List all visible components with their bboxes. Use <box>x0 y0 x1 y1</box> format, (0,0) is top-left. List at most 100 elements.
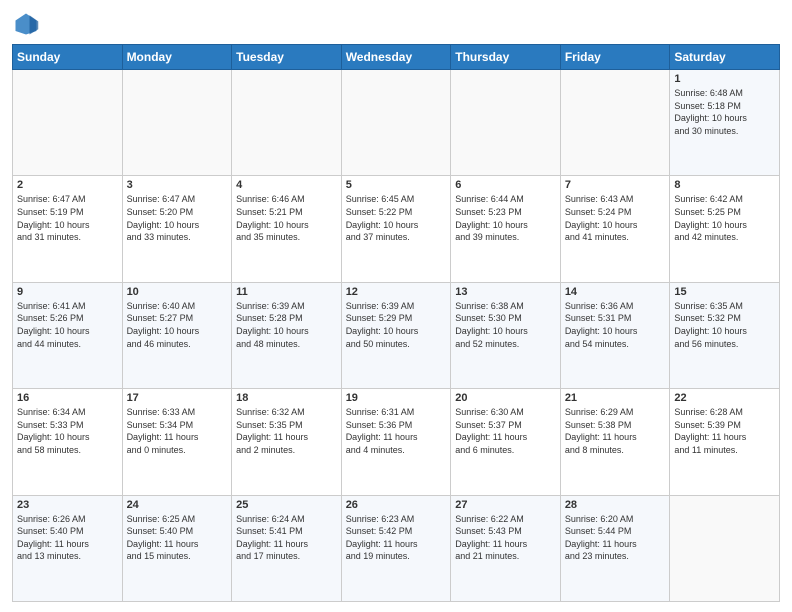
day-number: 17 <box>127 392 228 404</box>
logo <box>12 10 44 38</box>
day-info: Sunrise: 6:47 AM Sunset: 5:19 PM Dayligh… <box>17 193 118 243</box>
day-info: Sunrise: 6:40 AM Sunset: 5:27 PM Dayligh… <box>127 300 228 350</box>
day-info: Sunrise: 6:48 AM Sunset: 5:18 PM Dayligh… <box>674 87 775 137</box>
calendar-cell: 21 Sunrise: 6:29 AM Sunset: 5:38 PM Dayli… <box>560 389 670 495</box>
calendar-cell: 24 Sunrise: 6:25 AM Sunset: 5:40 PM Dayli… <box>122 495 232 601</box>
calendar-cell: 12 Sunrise: 6:39 AM Sunset: 5:29 PM Dayli… <box>341 282 451 388</box>
calendar-week-5: 23 Sunrise: 6:26 AM Sunset: 5:40 PM Dayli… <box>13 495 780 601</box>
day-number: 1 <box>674 73 775 85</box>
calendar-cell <box>341 70 451 176</box>
logo-icon <box>12 10 40 38</box>
day-number: 4 <box>236 179 337 191</box>
day-number: 10 <box>127 286 228 298</box>
calendar-cell: 9 Sunrise: 6:41 AM Sunset: 5:26 PM Daylig… <box>13 282 123 388</box>
day-info: Sunrise: 6:26 AM Sunset: 5:40 PM Dayligh… <box>17 513 118 563</box>
day-info: Sunrise: 6:43 AM Sunset: 5:24 PM Dayligh… <box>565 193 666 243</box>
day-info: Sunrise: 6:31 AM Sunset: 5:36 PM Dayligh… <box>346 406 447 456</box>
calendar-cell: 25Sunrise: 6:24 AM Sunset: 5:41 PM Dayli… <box>232 495 342 601</box>
day-number: 24 <box>127 499 228 511</box>
day-number: 5 <box>346 179 447 191</box>
day-info: Sunrise: 6:30 AM Sunset: 5:37 PM Dayligh… <box>455 406 556 456</box>
day-number: 18 <box>236 392 337 404</box>
calendar-cell: 3 Sunrise: 6:47 AM Sunset: 5:20 PM Daylig… <box>122 176 232 282</box>
day-number: 22 <box>674 392 775 404</box>
calendar-cell: 7 Sunrise: 6:43 AM Sunset: 5:24 PM Daylig… <box>560 176 670 282</box>
day-info: Sunrise: 6:38 AM Sunset: 5:30 PM Dayligh… <box>455 300 556 350</box>
header-sunday: Sunday <box>13 45 123 70</box>
header-friday: Friday <box>560 45 670 70</box>
day-number: 8 <box>674 179 775 191</box>
calendar-cell: 14 Sunrise: 6:36 AM Sunset: 5:31 PM Dayli… <box>560 282 670 388</box>
day-number: 28 <box>565 499 666 511</box>
calendar-header-row: SundayMondayTuesdayWednesdayThursdayFrid… <box>13 45 780 70</box>
calendar-cell: 28Sunrise: 6:20 AM Sunset: 5:44 PM Dayli… <box>560 495 670 601</box>
calendar-cell: 10 Sunrise: 6:40 AM Sunset: 5:27 PM Dayli… <box>122 282 232 388</box>
calendar-cell: 26 Sunrise: 6:23 AM Sunset: 5:42 PM Dayli… <box>341 495 451 601</box>
day-number: 23 <box>17 499 118 511</box>
day-info: Sunrise: 6:29 AM Sunset: 5:38 PM Dayligh… <box>565 406 666 456</box>
calendar-cell: 4 Sunrise: 6:46 AM Sunset: 5:21 PM Daylig… <box>232 176 342 282</box>
calendar-cell: 8 Sunrise: 6:42 AM Sunset: 5:25 PM Daylig… <box>670 176 780 282</box>
day-info: Sunrise: 6:22 AM Sunset: 5:43 PM Dayligh… <box>455 513 556 563</box>
header-monday: Monday <box>122 45 232 70</box>
calendar-cell: 5 Sunrise: 6:45 AM Sunset: 5:22 PM Daylig… <box>341 176 451 282</box>
day-info: Sunrise: 6:28 AM Sunset: 5:39 PM Dayligh… <box>674 406 775 456</box>
calendar-cell <box>451 70 561 176</box>
day-info: Sunrise: 6:34 AM Sunset: 5:33 PM Dayligh… <box>17 406 118 456</box>
day-number: 19 <box>346 392 447 404</box>
calendar-cell: 27 Sunrise: 6:22 AM Sunset: 5:43 PM Dayli… <box>451 495 561 601</box>
header-wednesday: Wednesday <box>341 45 451 70</box>
header <box>12 10 780 38</box>
day-number: 26 <box>346 499 447 511</box>
day-number: 13 <box>455 286 556 298</box>
calendar-cell: 1 Sunrise: 6:48 AM Sunset: 5:18 PM Daylig… <box>670 70 780 176</box>
calendar-cell: 2Sunrise: 6:47 AM Sunset: 5:19 PM Daylig… <box>13 176 123 282</box>
day-number: 7 <box>565 179 666 191</box>
header-tuesday: Tuesday <box>232 45 342 70</box>
calendar-cell <box>232 70 342 176</box>
calendar-week-3: 9 Sunrise: 6:41 AM Sunset: 5:26 PM Daylig… <box>13 282 780 388</box>
calendar-cell: 22 Sunrise: 6:28 AM Sunset: 5:39 PM Dayli… <box>670 389 780 495</box>
calendar-cell: 6 Sunrise: 6:44 AM Sunset: 5:23 PM Daylig… <box>451 176 561 282</box>
day-info: Sunrise: 6:33 AM Sunset: 5:34 PM Dayligh… <box>127 406 228 456</box>
day-info: Sunrise: 6:46 AM Sunset: 5:21 PM Dayligh… <box>236 193 337 243</box>
calendar-cell <box>560 70 670 176</box>
calendar-cell: 23 Sunrise: 6:26 AM Sunset: 5:40 PM Dayli… <box>13 495 123 601</box>
calendar-cell: 15Sunrise: 6:35 AM Sunset: 5:32 PM Dayli… <box>670 282 780 388</box>
day-info: Sunrise: 6:41 AM Sunset: 5:26 PM Dayligh… <box>17 300 118 350</box>
header-saturday: Saturday <box>670 45 780 70</box>
day-number: 20 <box>455 392 556 404</box>
calendar-week-2: 2Sunrise: 6:47 AM Sunset: 5:19 PM Daylig… <box>13 176 780 282</box>
day-number: 25 <box>236 499 337 511</box>
calendar-cell: 17 Sunrise: 6:33 AM Sunset: 5:34 PM Dayli… <box>122 389 232 495</box>
day-number: 16 <box>17 392 118 404</box>
day-info: Sunrise: 6:35 AM Sunset: 5:32 PM Dayligh… <box>674 300 775 350</box>
calendar-cell: 20 Sunrise: 6:30 AM Sunset: 5:37 PM Dayli… <box>451 389 561 495</box>
day-info: Sunrise: 6:42 AM Sunset: 5:25 PM Dayligh… <box>674 193 775 243</box>
day-info: Sunrise: 6:45 AM Sunset: 5:22 PM Dayligh… <box>346 193 447 243</box>
day-number: 21 <box>565 392 666 404</box>
day-number: 12 <box>346 286 447 298</box>
day-info: Sunrise: 6:23 AM Sunset: 5:42 PM Dayligh… <box>346 513 447 563</box>
calendar-cell: 13 Sunrise: 6:38 AM Sunset: 5:30 PM Dayli… <box>451 282 561 388</box>
day-info: Sunrise: 6:25 AM Sunset: 5:40 PM Dayligh… <box>127 513 228 563</box>
calendar-cell <box>670 495 780 601</box>
calendar-week-1: 1 Sunrise: 6:48 AM Sunset: 5:18 PM Daylig… <box>13 70 780 176</box>
day-number: 11 <box>236 286 337 298</box>
calendar-table: SundayMondayTuesdayWednesdayThursdayFrid… <box>12 44 780 602</box>
calendar-cell: 16 Sunrise: 6:34 AM Sunset: 5:33 PM Dayli… <box>13 389 123 495</box>
header-thursday: Thursday <box>451 45 561 70</box>
day-number: 3 <box>127 179 228 191</box>
day-number: 6 <box>455 179 556 191</box>
day-info: Sunrise: 6:47 AM Sunset: 5:20 PM Dayligh… <box>127 193 228 243</box>
day-number: 14 <box>565 286 666 298</box>
day-info: Sunrise: 6:44 AM Sunset: 5:23 PM Dayligh… <box>455 193 556 243</box>
day-info: Sunrise: 6:36 AM Sunset: 5:31 PM Dayligh… <box>565 300 666 350</box>
calendar-week-4: 16 Sunrise: 6:34 AM Sunset: 5:33 PM Dayli… <box>13 389 780 495</box>
day-number: 27 <box>455 499 556 511</box>
calendar-cell <box>13 70 123 176</box>
calendar-cell: 19 Sunrise: 6:31 AM Sunset: 5:36 PM Dayli… <box>341 389 451 495</box>
day-number: 9 <box>17 286 118 298</box>
day-info: Sunrise: 6:39 AM Sunset: 5:29 PM Dayligh… <box>346 300 447 350</box>
day-info: Sunrise: 6:32 AM Sunset: 5:35 PM Dayligh… <box>236 406 337 456</box>
